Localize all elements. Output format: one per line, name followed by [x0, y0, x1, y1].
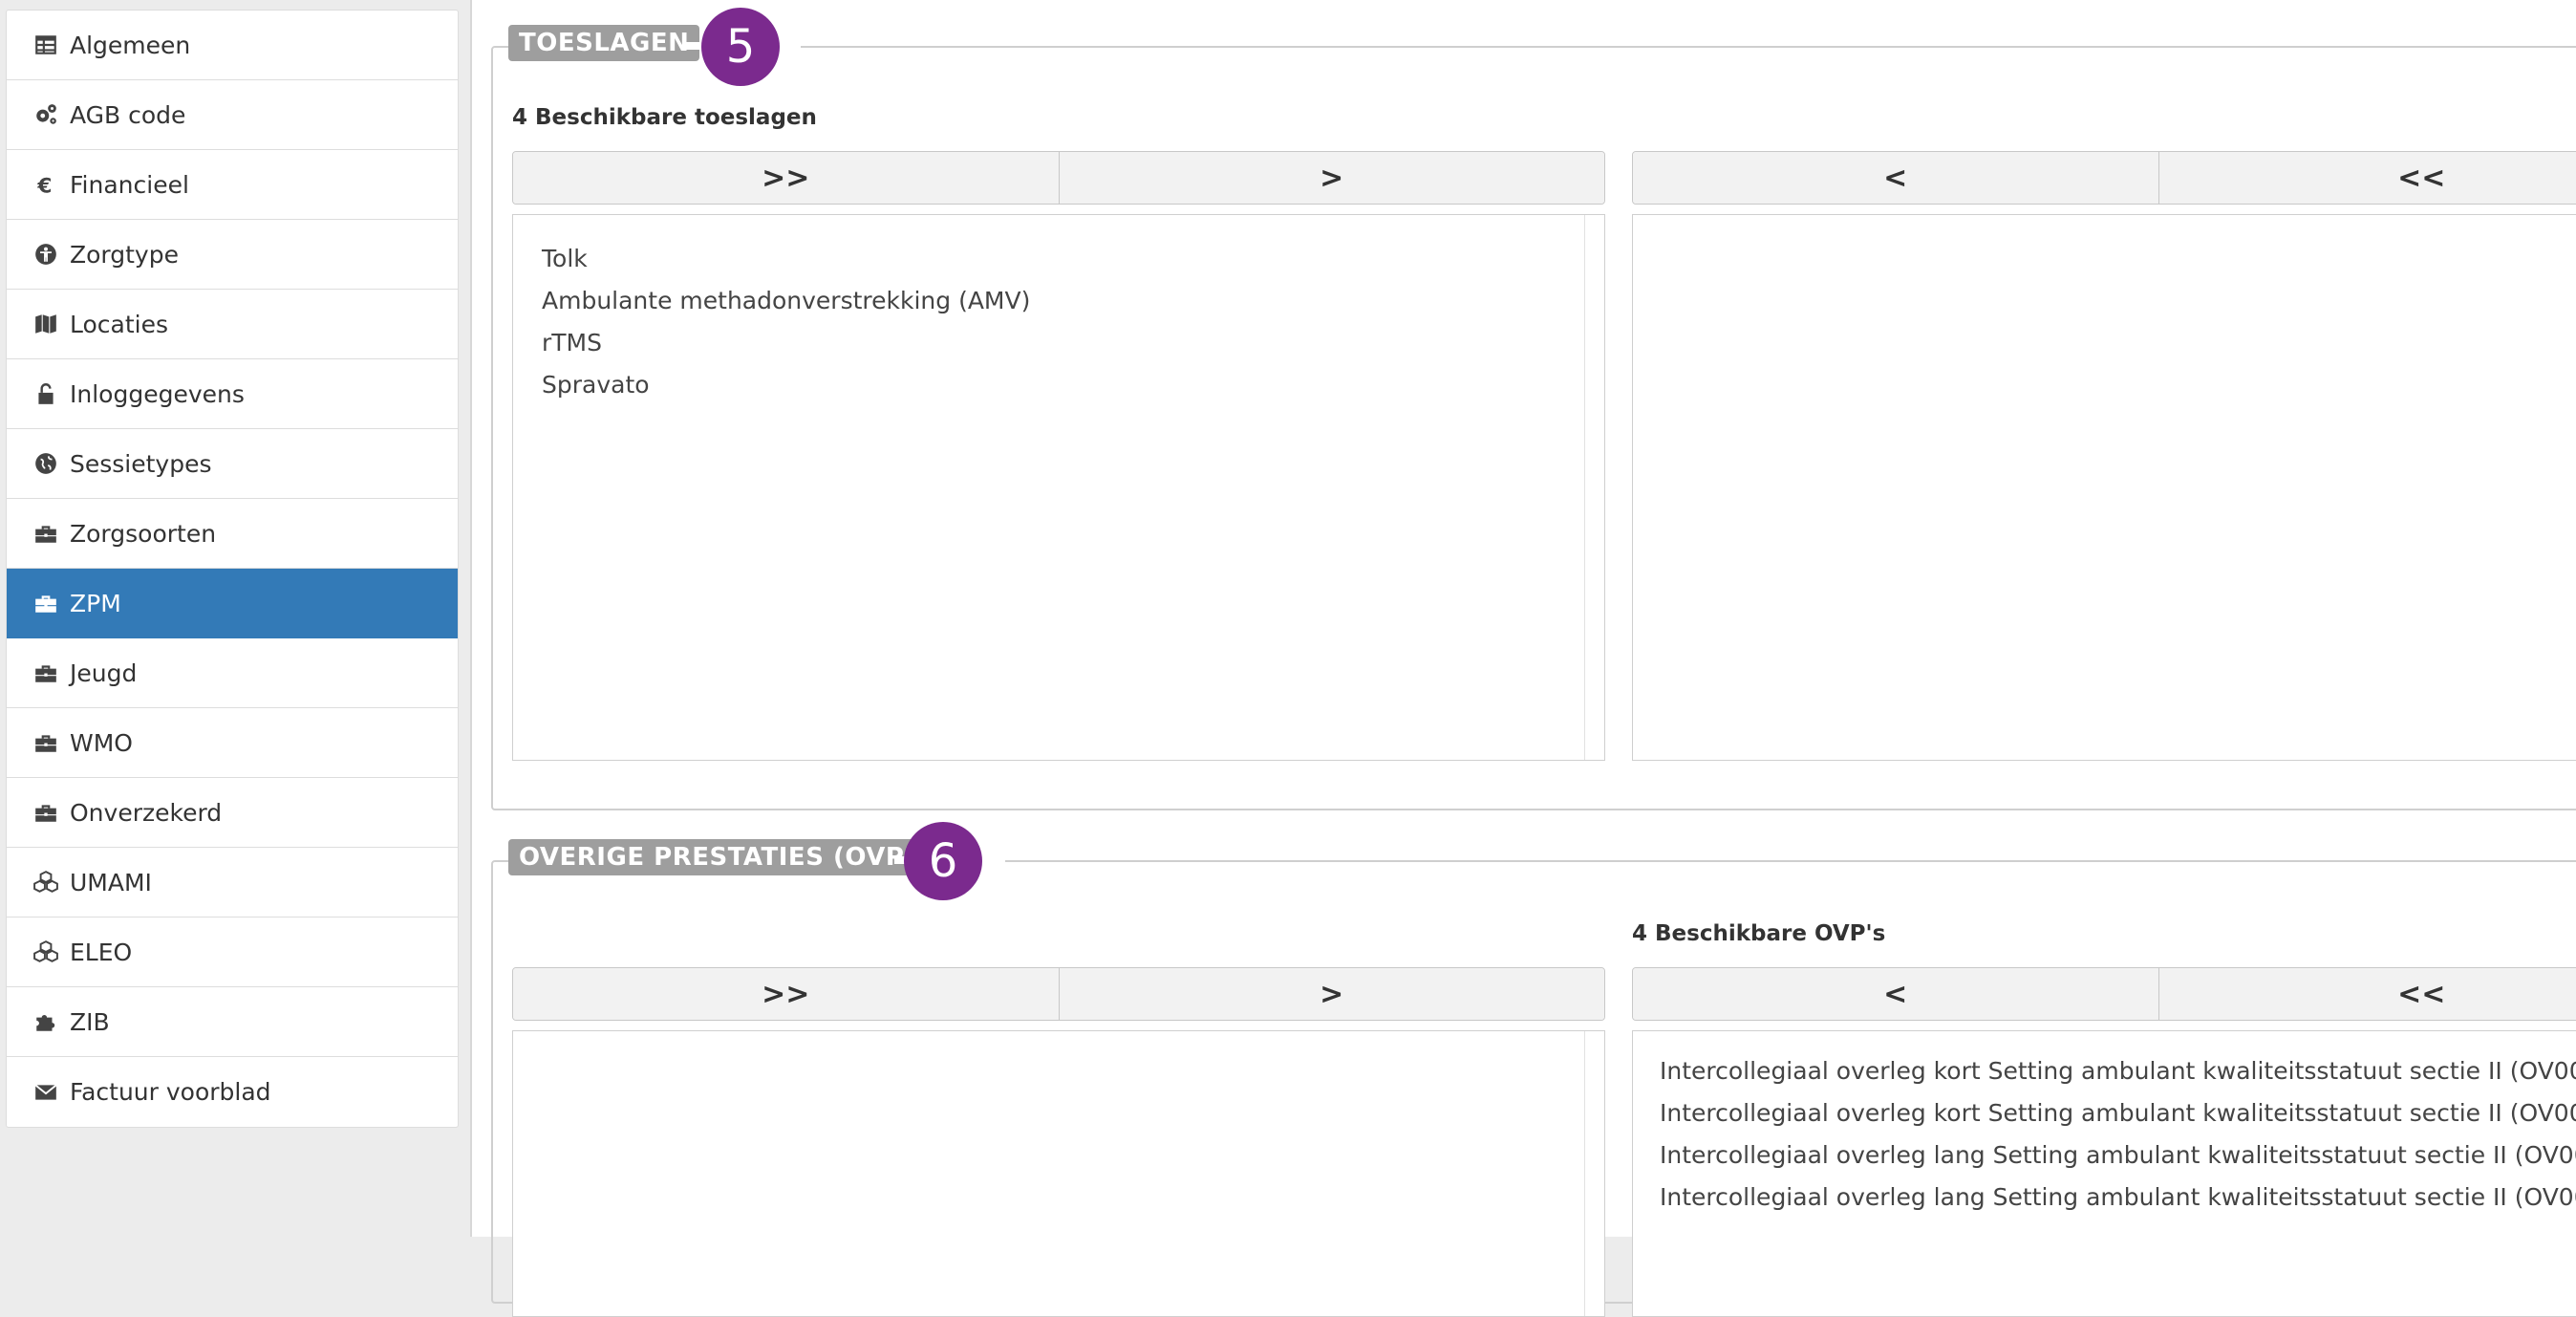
main-content: TOESLAGEN 5 4 Beschikbare toeslagen >> >…	[472, 0, 2576, 1237]
list-option[interactable]: Intercollegiaal overleg lang Setting amb…	[1660, 1177, 2576, 1219]
sidebar-item-label: Algemeen	[70, 32, 190, 59]
ovp-available-count: 4 Beschikbare OVP's	[1632, 921, 1885, 946]
sidebar-item-financieel[interactable]: € Financieel	[7, 150, 458, 220]
sidebar-item-label: Jeugd	[70, 659, 137, 687]
accessibility-icon	[32, 241, 60, 268]
euro-icon: €	[32, 171, 60, 198]
unlock-icon	[32, 380, 60, 407]
scrollbar[interactable]	[1584, 215, 1604, 760]
sidebar-item-label: WMO	[70, 729, 133, 757]
move-selected-right-button[interactable]: >	[1059, 968, 1605, 1020]
toeslagen-fieldset: TOESLAGEN 5 4 Beschikbare toeslagen >> >…	[491, 46, 2576, 810]
toeslagen-selected-list[interactable]	[1632, 214, 2576, 761]
ovp-selected-list[interactable]	[512, 1030, 1605, 1317]
sidebar-item-jeugd[interactable]: Jeugd	[7, 638, 458, 708]
toeslagen-add-buttons: >> >	[512, 151, 1605, 205]
ovp-remove-buttons: < <<	[1632, 967, 2576, 1021]
briefcase-icon	[32, 799, 60, 826]
toeslagen-legend: TOESLAGEN	[508, 25, 699, 61]
sidebar-item-label: Inloggegevens	[70, 380, 245, 408]
sidebar-item-wmo[interactable]: WMO	[7, 708, 458, 778]
sidebar-item-algemeen[interactable]: Algemeen	[7, 11, 458, 80]
sidebar: Algemeen AGB code € Financieel Zorgtype Locat…	[0, 0, 472, 1237]
sidebar-item-label: Financieel	[70, 171, 189, 199]
puzzle-icon	[32, 1008, 60, 1035]
list-option[interactable]: Intercollegiaal overleg kort Setting amb…	[1660, 1050, 2576, 1092]
toeslagen-remove-buttons: < <<	[1632, 151, 2576, 205]
list-option[interactable]: Intercollegiaal overleg kort Setting amb…	[1660, 1092, 2576, 1134]
step-badge-5: 5	[701, 8, 780, 86]
sidebar-item-sessietypes[interactable]: Sessietypes	[7, 429, 458, 499]
ovp-fieldset: OVERIGE PRESTATIES (OVP'S) 6 4 Beschikba…	[491, 860, 2576, 1304]
ovp-legend: OVERIGE PRESTATIES (OVP'S)	[508, 839, 954, 875]
cubes-icon	[32, 939, 60, 965]
move-selected-left-button[interactable]: <	[1633, 152, 2158, 204]
sidebar-item-label: AGB code	[70, 101, 185, 129]
ovp-available-list[interactable]: Intercollegiaal overleg kort Setting amb…	[1632, 1030, 2576, 1317]
list-option[interactable]: Intercollegiaal overleg lang Setting amb…	[1660, 1134, 2576, 1177]
sidebar-item-zpm[interactable]: ZPM	[7, 569, 458, 638]
sidebar-item-label: Onverzekerd	[70, 799, 222, 827]
sidebar-item-label: ZIB	[70, 1008, 110, 1036]
list-option[interactable]: Ambulante methadonverstrekking (AMV)	[542, 280, 1576, 322]
move-all-left-button[interactable]: <<	[2158, 968, 2576, 1020]
ovp-add-buttons: >> >	[512, 967, 1605, 1021]
sidebar-item-label: Sessietypes	[70, 450, 212, 478]
gears-icon	[32, 101, 60, 128]
move-all-right-button[interactable]: >>	[513, 152, 1059, 204]
sidebar-item-agb-code[interactable]: AGB code	[7, 80, 458, 150]
sidebar-menu: Algemeen AGB code € Financieel Zorgtype Locat…	[6, 10, 459, 1128]
list-option[interactable]: rTMS	[542, 322, 1576, 364]
sidebar-item-zib[interactable]: ZIB	[7, 987, 458, 1057]
sidebar-item-zorgsoorten[interactable]: Zorgsoorten	[7, 499, 458, 569]
list-option[interactable]: Spravato	[542, 364, 1576, 406]
envelope-icon	[32, 1079, 60, 1106]
step-badge-6: 6	[904, 822, 982, 900]
sidebar-item-eleo[interactable]: ELEO	[7, 918, 458, 987]
sidebar-item-label: ELEO	[70, 939, 132, 966]
briefcase-icon	[32, 729, 60, 756]
sidebar-item-label: UMAMI	[70, 869, 152, 896]
sidebar-item-factuur-voorblad[interactable]: Factuur voorblad	[7, 1057, 458, 1127]
sidebar-item-onverzekerd[interactable]: Onverzekerd	[7, 778, 458, 848]
sidebar-item-locaties[interactable]: Locaties	[7, 290, 458, 359]
move-selected-left-button[interactable]: <	[1633, 968, 2158, 1020]
svg-text:€: €	[36, 175, 52, 197]
cubes-icon	[32, 869, 60, 896]
sidebar-item-zorgtype[interactable]: Zorgtype	[7, 220, 458, 290]
move-all-right-button[interactable]: >>	[513, 968, 1059, 1020]
sidebar-item-umami[interactable]: UMAMI	[7, 848, 458, 918]
toeslagen-available-count: 4 Beschikbare toeslagen	[512, 105, 817, 130]
toeslagen-available-list[interactable]: TolkAmbulante methadonverstrekking (AMV)…	[512, 214, 1605, 761]
map-icon	[32, 311, 60, 337]
sidebar-item-label: Factuur voorblad	[70, 1078, 271, 1106]
sidebar-item-inloggegevens[interactable]: Inloggegevens	[7, 359, 458, 429]
table-icon	[32, 32, 60, 58]
briefcase-icon	[32, 659, 60, 686]
briefcase-icon	[32, 590, 60, 616]
sidebar-item-label: Zorgsoorten	[70, 520, 216, 548]
briefcase-icon	[32, 520, 60, 547]
move-selected-right-button[interactable]: >	[1059, 152, 1605, 204]
sidebar-item-label: Locaties	[70, 311, 168, 338]
list-option[interactable]: Tolk	[542, 238, 1576, 280]
sidebar-item-label: ZPM	[70, 590, 121, 617]
globe-icon	[32, 450, 60, 477]
scrollbar[interactable]	[1584, 1031, 1604, 1316]
sidebar-item-label: Zorgtype	[70, 241, 179, 269]
move-all-left-button[interactable]: <<	[2158, 152, 2576, 204]
